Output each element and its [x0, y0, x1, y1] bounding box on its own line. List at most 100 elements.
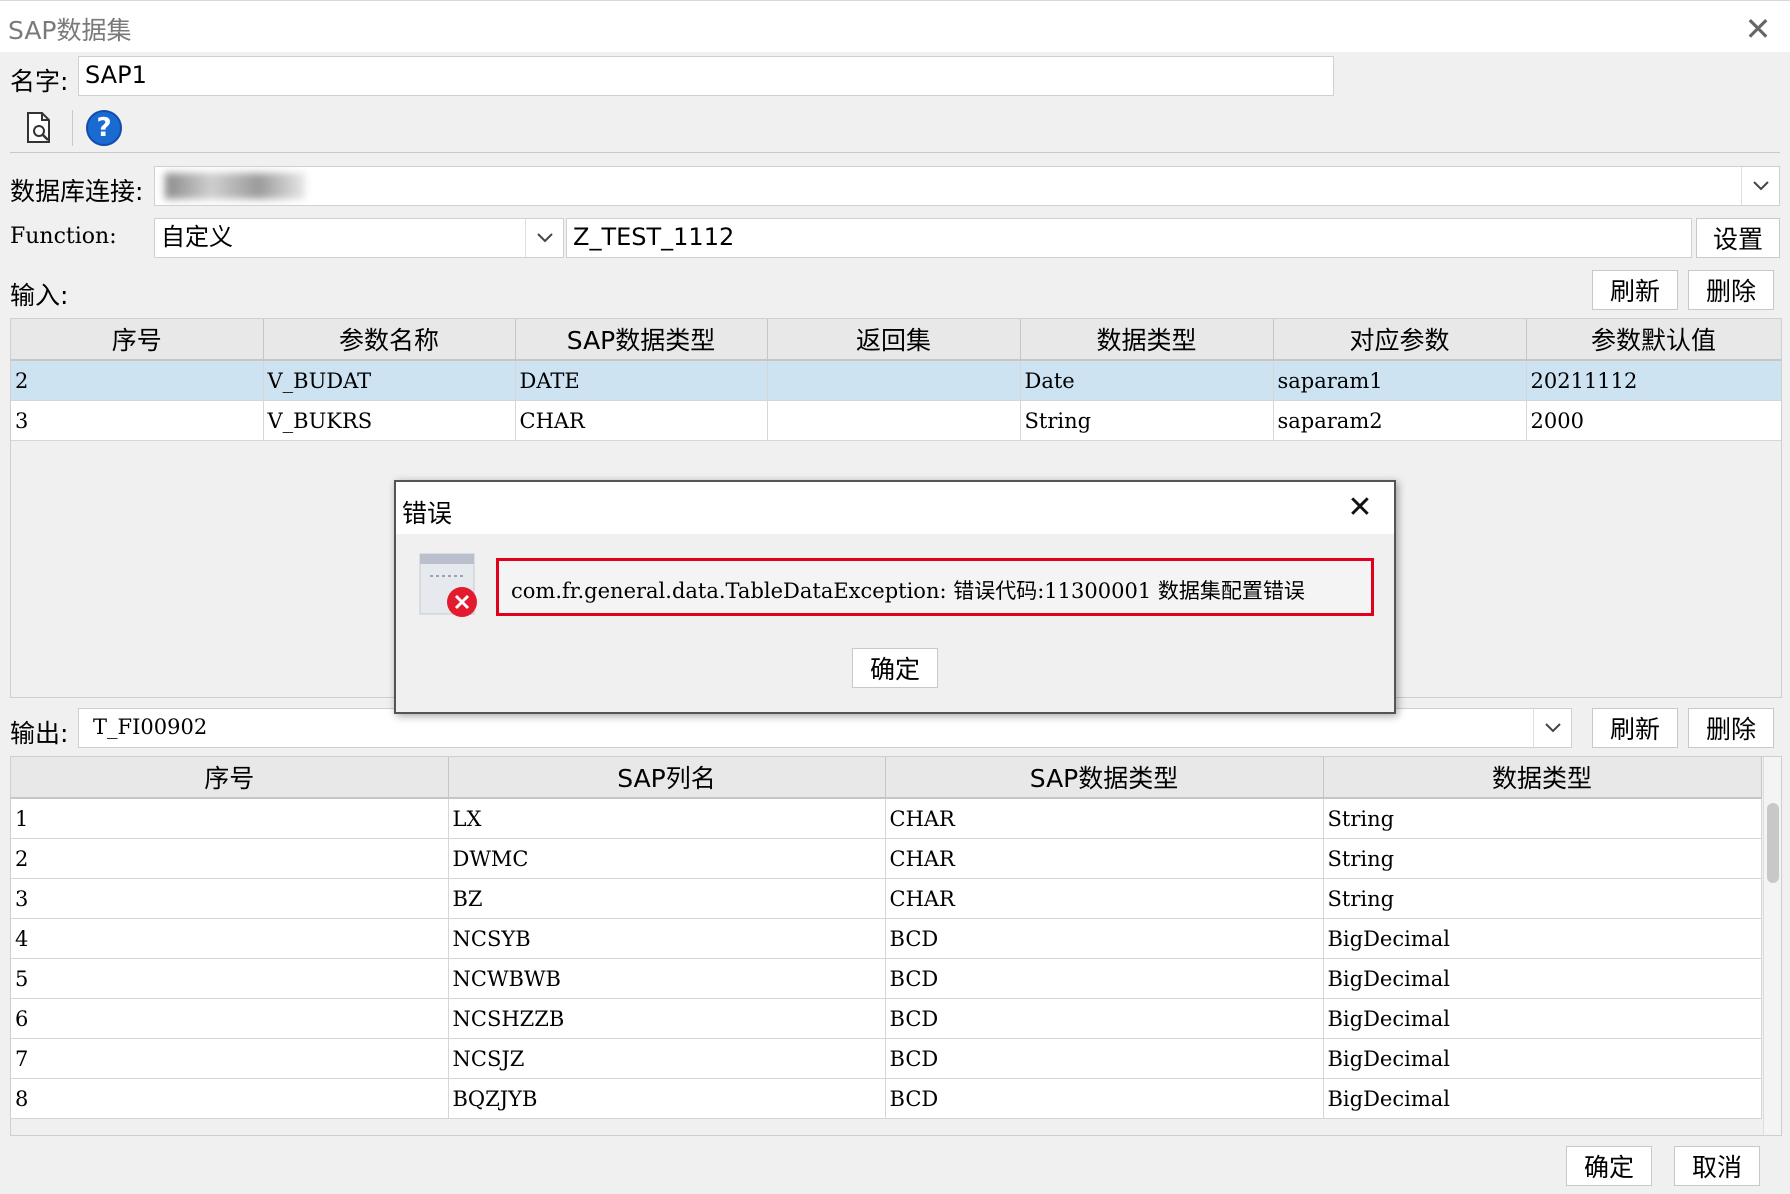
blurred-connection-value: [165, 173, 305, 199]
output-label: 输出:: [10, 719, 69, 748]
error-ok-button[interactable]: 确定: [852, 648, 938, 688]
cell-no[interactable]: 5: [11, 958, 449, 999]
chevron-down-icon[interactable]: [525, 219, 563, 257]
cell-default-value[interactable]: 2000: [1526, 400, 1781, 441]
function-name-input[interactable]: Z_TEST_1112: [566, 218, 1692, 258]
cell-default-value[interactable]: 20211112: [1526, 360, 1781, 401]
input-col-header[interactable]: 参数默认值: [1526, 319, 1781, 361]
cell-no[interactable]: 8: [11, 1078, 449, 1119]
db-connection-select[interactable]: [154, 166, 1780, 206]
cell-no[interactable]: 1: [11, 798, 449, 839]
cell-sap-type[interactable]: DATE: [515, 360, 768, 401]
cell-no[interactable]: 2: [11, 360, 264, 401]
cell-sap-column[interactable]: LX: [448, 798, 886, 839]
input-col-header[interactable]: 序号: [11, 319, 264, 361]
cell-sap-type[interactable]: BCD: [885, 1038, 1324, 1079]
error-message: com.fr.general.data.TableDataException: …: [511, 579, 1305, 603]
function-label: Function:: [10, 224, 117, 249]
scrollbar-thumb[interactable]: [1767, 803, 1779, 883]
input-col-header[interactable]: 对应参数: [1273, 319, 1527, 361]
error-dialog-title: 错误: [402, 499, 453, 528]
toolbar-divider: [72, 110, 73, 146]
function-mode-value: 自定义: [161, 223, 233, 251]
table-row[interactable]: 6 NCSHZZB BCD BigDecimal: [11, 998, 1762, 1039]
output-delete-button[interactable]: 删除: [1688, 708, 1774, 748]
cell-sap-type[interactable]: BCD: [885, 958, 1324, 999]
table-row[interactable]: 2 DWMC CHAR String: [11, 838, 1762, 879]
output-col-header[interactable]: SAP数据类型: [885, 757, 1324, 799]
cell-sap-column[interactable]: BQZJYB: [448, 1078, 886, 1119]
output-col-header[interactable]: 序号: [11, 757, 449, 799]
cell-mapped-param[interactable]: saparam1: [1273, 360, 1527, 401]
cell-sap-column[interactable]: NCWBWB: [448, 958, 886, 999]
cell-sap-column[interactable]: DWMC: [448, 838, 886, 879]
cell-data-type[interactable]: String: [1020, 400, 1274, 441]
help-icon[interactable]: ?: [86, 110, 122, 146]
cell-sap-type[interactable]: BCD: [885, 1078, 1324, 1119]
cell-param-name[interactable]: V_BUDAT: [263, 360, 516, 401]
table-row[interactable]: 7 NCSJZ BCD BigDecimal: [11, 1038, 1762, 1079]
output-table-select[interactable]: T_FI00902: [78, 708, 1572, 748]
function-mode-select[interactable]: 自定义: [154, 218, 564, 258]
input-refresh-button[interactable]: 刷新: [1592, 270, 1678, 310]
cell-data-type[interactable]: String: [1323, 838, 1762, 879]
cell-sap-column[interactable]: NCSJZ: [448, 1038, 886, 1079]
settings-button[interactable]: 设置: [1696, 218, 1780, 258]
cell-data-type[interactable]: Date: [1020, 360, 1274, 401]
cell-return-set[interactable]: [767, 360, 1021, 401]
cell-sap-column[interactable]: NCSYB: [448, 918, 886, 959]
cell-no[interactable]: 3: [11, 878, 449, 919]
table-row[interactable]: 4 NCSYB BCD BigDecimal: [11, 918, 1762, 959]
cell-sap-type[interactable]: BCD: [885, 918, 1324, 959]
cancel-button[interactable]: 取消: [1674, 1146, 1760, 1186]
chevron-down-icon[interactable]: [1741, 167, 1779, 205]
cell-no[interactable]: 4: [11, 918, 449, 959]
cell-sap-type[interactable]: BCD: [885, 998, 1324, 1039]
cell-sap-type[interactable]: CHAR: [515, 400, 768, 441]
cell-sap-type[interactable]: CHAR: [885, 798, 1324, 839]
chevron-down-icon[interactable]: [1533, 709, 1571, 747]
output-col-header[interactable]: 数据类型: [1323, 757, 1762, 799]
cell-param-name[interactable]: V_BUKRS: [263, 400, 516, 441]
cell-sap-type[interactable]: CHAR: [885, 838, 1324, 879]
cell-data-type[interactable]: String: [1323, 798, 1762, 839]
table-row[interactable]: 2 V_BUDAT DATE Date saparam1 20211112: [11, 360, 1781, 401]
output-table-value: T_FI00902: [93, 715, 208, 739]
error-dialog-close-icon[interactable]: ✕: [1340, 488, 1380, 528]
ok-button[interactable]: 确定: [1566, 1146, 1652, 1186]
cell-no[interactable]: 6: [11, 998, 449, 1039]
window-close-icon[interactable]: ✕: [1738, 9, 1778, 49]
output-col-header[interactable]: SAP列名: [448, 757, 886, 799]
table-row[interactable]: 8 BQZJYB BCD BigDecimal: [11, 1078, 1762, 1119]
input-col-header[interactable]: 参数名称: [263, 319, 516, 361]
cell-data-type[interactable]: BigDecimal: [1323, 998, 1762, 1039]
cell-no[interactable]: 2: [11, 838, 449, 879]
table-row[interactable]: 5 NCWBWB BCD BigDecimal: [11, 958, 1762, 999]
cell-data-type[interactable]: BigDecimal: [1323, 918, 1762, 959]
error-icon: [418, 552, 480, 620]
input-col-header[interactable]: SAP数据类型: [515, 319, 768, 361]
cell-data-type[interactable]: BigDecimal: [1323, 1078, 1762, 1119]
cell-no[interactable]: 3: [11, 400, 264, 441]
cell-data-type[interactable]: String: [1323, 878, 1762, 919]
input-delete-button[interactable]: 删除: [1688, 270, 1774, 310]
output-table-scrollbar[interactable]: [1763, 757, 1781, 1135]
cell-sap-type[interactable]: CHAR: [885, 878, 1324, 919]
output-refresh-button[interactable]: 刷新: [1592, 708, 1678, 748]
cell-mapped-param[interactable]: saparam2: [1273, 400, 1527, 441]
cell-return-set[interactable]: [767, 400, 1021, 441]
input-col-header[interactable]: 返回集: [767, 319, 1021, 361]
table-row[interactable]: 3 BZ CHAR String: [11, 878, 1762, 919]
cell-data-type[interactable]: BigDecimal: [1323, 1038, 1762, 1079]
cell-no[interactable]: 7: [11, 1038, 449, 1079]
cell-data-type[interactable]: BigDecimal: [1323, 958, 1762, 999]
error-dialog-title-bar: 错误 ✕: [396, 482, 1394, 534]
name-input[interactable]: SAP1: [78, 56, 1334, 96]
preview-document-icon[interactable]: [22, 110, 56, 146]
table-row[interactable]: 1 LX CHAR String: [11, 798, 1762, 839]
table-row[interactable]: 3 V_BUKRS CHAR String saparam2 2000: [11, 400, 1781, 441]
cell-sap-column[interactable]: BZ: [448, 878, 886, 919]
cell-sap-column[interactable]: NCSHZZB: [448, 998, 886, 1039]
input-col-header[interactable]: 数据类型: [1020, 319, 1274, 361]
output-columns-table: 序号 SAP列名 SAP数据类型 数据类型 1 LX CHAR String 2 DWM…: [10, 756, 1782, 1136]
